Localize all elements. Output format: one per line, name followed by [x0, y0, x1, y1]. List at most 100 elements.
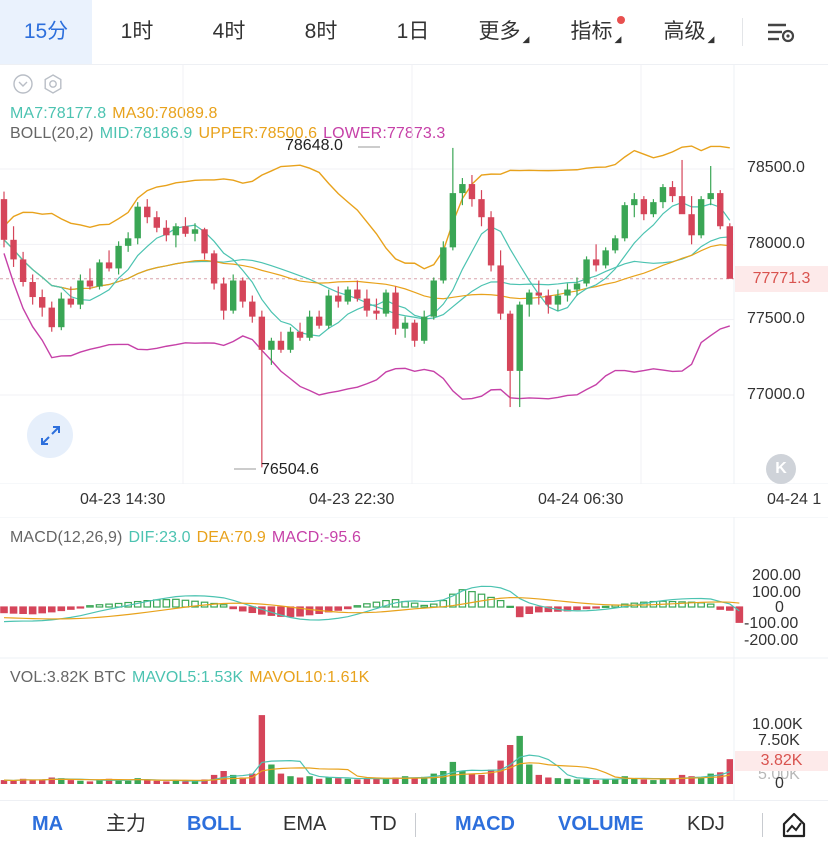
tab-15m[interactable]: 15分: [0, 0, 92, 64]
volume-bar: [144, 780, 151, 784]
macd-bar: [172, 598, 180, 608]
y-tick: 78500.0: [747, 159, 805, 176]
k-icon[interactable]: K: [766, 454, 796, 484]
candle-body: [583, 259, 590, 284]
candle-body: [382, 292, 390, 314]
macd-bar: [525, 606, 534, 615]
candle-body: [315, 316, 323, 326]
indicator-volume[interactable]: VOLUME: [558, 801, 644, 848]
candle-body: [717, 193, 724, 227]
volume-chart[interactable]: [0, 658, 828, 800]
indicator-ma[interactable]: MA: [32, 801, 63, 848]
volume-bar: [535, 774, 542, 784]
candle-body: [344, 289, 351, 302]
tab-1h[interactable]: 1时: [100, 0, 174, 64]
macd-bar: [9, 606, 18, 614]
macd-bar: [219, 604, 228, 608]
candle-body: [506, 313, 514, 371]
macd-bar: [716, 606, 725, 610]
drawing-tool-icon[interactable]: [780, 811, 808, 839]
candle-body: [29, 282, 36, 298]
timeframe-tabs: 15分 1时 4时 8时 1日 更多 ◢ 指标 ◢ 高级 ◢: [0, 0, 828, 65]
candle-body: [277, 340, 285, 350]
indicator-boll[interactable]: BOLL: [187, 801, 241, 848]
candle-body: [306, 316, 313, 338]
macd-bar: [706, 603, 715, 608]
candle-body: [678, 196, 686, 215]
volume-bar: [497, 760, 504, 784]
macd-bar: [363, 603, 371, 608]
indicator-divider: [762, 813, 763, 837]
candle-body: [707, 193, 714, 200]
macd-bar: [344, 606, 352, 610]
macd-bar: [534, 606, 543, 613]
candle-body: [67, 298, 75, 305]
chart-settings-icon[interactable]: [766, 20, 796, 46]
macd-chart[interactable]: [0, 517, 828, 658]
volume-bar: [86, 781, 94, 784]
volume-bar: [29, 780, 36, 784]
indicator-main-force[interactable]: 主力: [106, 801, 146, 848]
candle-body: [210, 253, 218, 284]
macd-y-tick: -100.00: [744, 615, 799, 632]
volume-bar: [430, 773, 437, 784]
volume-bar: [554, 778, 562, 784]
candle-body: [10, 239, 17, 260]
volume-bar: [459, 771, 466, 784]
volume-bar: [277, 773, 285, 784]
macd-bar: [105, 603, 113, 608]
volume-bar: [268, 764, 275, 784]
candle-body: [96, 262, 103, 287]
candle-body: [354, 289, 361, 299]
candle-body: [459, 184, 466, 194]
tab-label: 4时: [212, 20, 246, 43]
macd-bar: [725, 606, 734, 611]
candle-body: [440, 247, 447, 281]
candle-body: [335, 295, 342, 302]
volume-bar: [325, 777, 332, 784]
indicator-td[interactable]: TD: [370, 801, 397, 848]
candle-body: [392, 292, 399, 329]
macd-bar: [372, 601, 381, 608]
candle-body: [516, 304, 523, 371]
volume-bar: [573, 779, 581, 784]
indicator-divider: [415, 813, 416, 837]
candle-body: [640, 199, 648, 215]
expand-button[interactable]: [27, 412, 73, 458]
candle-body: [564, 289, 571, 296]
volume-bar: [354, 779, 361, 784]
candle-body: [430, 280, 437, 317]
candle-body: [249, 301, 256, 317]
tab-8h[interactable]: 8时: [284, 0, 358, 64]
candlestick-chart[interactable]: [0, 64, 828, 484]
macd-bar: [410, 602, 419, 608]
macd-bar: [0, 606, 8, 614]
candle-body: [230, 280, 237, 311]
macd-bar: [38, 606, 47, 614]
tab-more[interactable]: 更多 ◢: [466, 0, 542, 64]
indicator-kdj[interactable]: KDJ: [687, 801, 725, 848]
macd-bar: [47, 606, 56, 613]
expand-arrows-icon: [41, 426, 60, 445]
tab-4h[interactable]: 4时: [192, 0, 266, 64]
candle-body: [325, 295, 332, 326]
candle-body: [172, 226, 180, 236]
macd-bar: [353, 605, 362, 608]
x-tick: 04-24 1: [767, 491, 822, 508]
tab-advanced[interactable]: 高级 ◢: [651, 0, 727, 64]
volume-bar: [163, 781, 170, 784]
indicator-ema[interactable]: EMA: [283, 801, 326, 848]
macd-bar: [57, 606, 66, 612]
indicator-macd[interactable]: MACD: [455, 801, 515, 848]
macd-bar: [19, 606, 27, 615]
tab-label: 1日: [396, 20, 430, 43]
volume-bar: [592, 780, 600, 784]
volume-bar: [564, 778, 571, 784]
candle-body: [115, 245, 122, 269]
tab-indicators[interactable]: 指标 ◢: [558, 0, 634, 64]
macd-bar: [334, 606, 343, 611]
volume-bar: [287, 776, 294, 784]
tab-1d[interactable]: 1日: [376, 0, 450, 64]
candle-body: [487, 217, 495, 266]
candle-body: [105, 262, 113, 269]
